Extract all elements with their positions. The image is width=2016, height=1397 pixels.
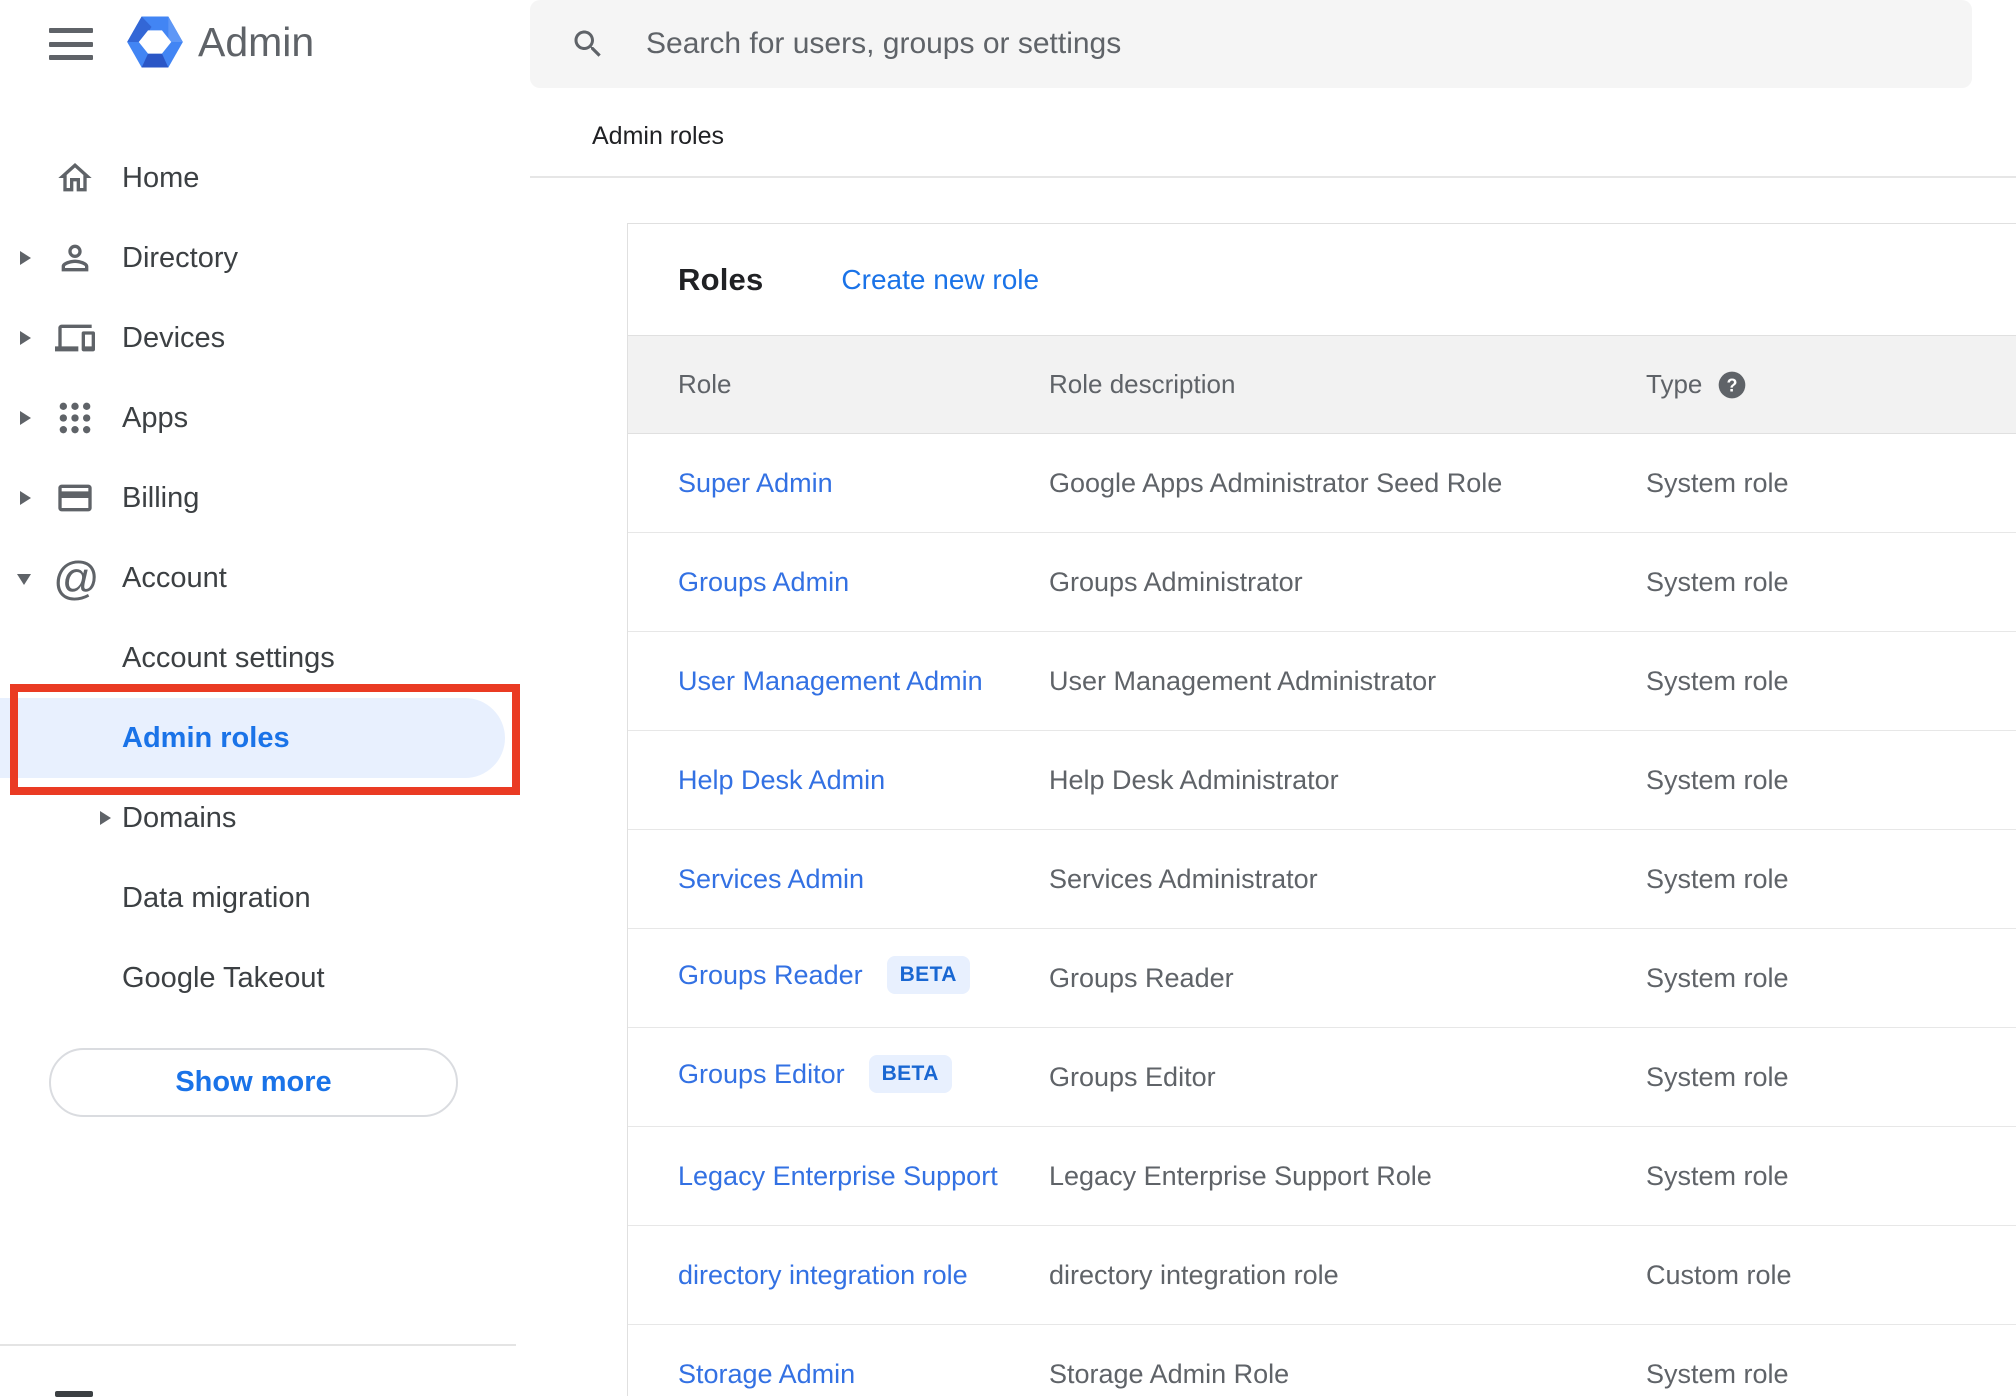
table-header-row: Role Role description Type ? xyxy=(628,335,2016,434)
breadcrumb-divider xyxy=(530,176,2016,178)
chevron-right-icon xyxy=(100,811,111,825)
table-body: Super Admin Google Apps Administrator Se… xyxy=(628,434,2016,1396)
role-type: System role xyxy=(1646,1061,1789,1092)
role-description: Google Apps Administrator Seed Role xyxy=(1049,467,1503,498)
role-type: System role xyxy=(1646,566,1789,597)
beta-badge: BETA xyxy=(868,1055,952,1093)
brand-title: Admin xyxy=(198,19,315,65)
sidebar-bottom-divider xyxy=(0,1344,516,1346)
role-description: Storage Admin Role xyxy=(1049,1358,1290,1389)
role-type: System role xyxy=(1646,1160,1789,1191)
sidebar: Admin Home Directory Devices Apps Billin… xyxy=(0,0,530,1397)
column-header-role: Role xyxy=(678,369,732,399)
table-row: Services Admin Services Administrator Sy… xyxy=(628,830,2016,929)
role-link[interactable]: Groups Editor xyxy=(678,1059,845,1089)
search-placeholder: Search for users, groups or settings xyxy=(646,27,1122,60)
table-row: Groups Admin Groups Administrator System… xyxy=(628,533,2016,632)
show-more-button[interactable]: Show more xyxy=(49,1048,458,1117)
sidebar-nav: Home Directory Devices Apps Billing @ Ac… xyxy=(0,138,530,1018)
sidebar-item-directory[interactable]: Directory xyxy=(0,218,530,298)
role-link[interactable]: Groups Admin xyxy=(678,567,849,597)
cutoff-icon-fragment xyxy=(55,1391,93,1397)
table-row: Super Admin Google Apps Administrator Se… xyxy=(628,434,2016,533)
table-row: Help Desk Admin Help Desk Administrator … xyxy=(628,731,2016,830)
role-link[interactable]: Help Desk Admin xyxy=(678,765,885,795)
role-type: System role xyxy=(1646,467,1789,498)
role-link[interactable]: directory integration role xyxy=(678,1260,968,1290)
role-type: System role xyxy=(1646,962,1789,993)
column-header-description: Role description xyxy=(1049,369,1236,399)
sidebar-item-account-settings[interactable]: Account settings xyxy=(0,618,530,698)
sidebar-item-apps[interactable]: Apps xyxy=(0,378,530,458)
table-row: Legacy Enterprise Support Legacy Enterpr… xyxy=(628,1127,2016,1226)
chevron-right-icon xyxy=(20,251,31,265)
chevron-right-icon xyxy=(20,331,31,345)
home-icon xyxy=(55,158,95,198)
chevron-down-icon xyxy=(17,574,31,585)
sidebar-item-billing[interactable]: Billing xyxy=(0,458,530,538)
role-link[interactable]: Groups Reader xyxy=(678,960,863,990)
person-icon xyxy=(55,238,95,278)
help-icon[interactable]: ? xyxy=(1716,369,1748,401)
chevron-right-icon xyxy=(20,491,31,505)
role-type: System role xyxy=(1646,764,1789,795)
search-icon xyxy=(574,30,601,57)
devices-icon xyxy=(55,318,95,358)
role-description: Legacy Enterprise Support Role xyxy=(1049,1160,1432,1191)
role-link[interactable]: User Management Admin xyxy=(678,666,983,696)
role-type: System role xyxy=(1646,665,1789,696)
create-new-role-link[interactable]: Create new role xyxy=(841,264,1039,296)
table-row: User Management Admin User Management Ad… xyxy=(628,632,2016,731)
table-row: Storage Admin Storage Admin Role System … xyxy=(628,1325,2016,1396)
roles-title: Roles xyxy=(678,261,764,297)
role-description: Groups Reader xyxy=(1049,962,1234,993)
role-link[interactable]: Storage Admin xyxy=(678,1359,855,1389)
chevron-right-icon xyxy=(20,411,31,425)
role-description: Help Desk Administrator xyxy=(1049,764,1339,795)
breadcrumb: Admin roles xyxy=(592,122,724,150)
role-description: Groups Editor xyxy=(1049,1061,1216,1092)
role-type: System role xyxy=(1646,863,1789,894)
sidebar-item-home[interactable]: Home xyxy=(0,138,530,218)
table-row: Groups Editor BETA Groups Editor System r… xyxy=(628,1028,2016,1127)
role-link[interactable]: Super Admin xyxy=(678,468,833,498)
at-sign-icon: @ xyxy=(53,552,100,604)
role-link[interactable]: Legacy Enterprise Support xyxy=(678,1161,998,1191)
sidebar-item-account[interactable]: @ Account xyxy=(0,538,530,618)
svg-text:?: ? xyxy=(1727,375,1738,395)
sidebar-item-google-takeout[interactable]: Google Takeout xyxy=(0,938,530,1018)
table-row: Groups Reader BETA Groups Reader System r… xyxy=(628,929,2016,1028)
role-type: Custom role xyxy=(1646,1259,1792,1290)
sidebar-item-admin-roles[interactable]: Admin roles xyxy=(0,698,530,778)
hamburger-menu-icon[interactable] xyxy=(49,28,93,60)
apps-grid-icon xyxy=(55,398,95,438)
search-bar[interactable]: Search for users, groups or settings xyxy=(530,0,1972,88)
sidebar-item-domains[interactable]: Domains xyxy=(0,778,530,858)
role-link[interactable]: Services Admin xyxy=(678,864,864,894)
table-row: directory integration role directory int… xyxy=(628,1226,2016,1325)
beta-badge: BETA xyxy=(886,956,970,994)
column-header-type: Type xyxy=(1646,369,1703,399)
role-description: Services Administrator xyxy=(1049,863,1318,894)
role-description: Groups Administrator xyxy=(1049,566,1303,597)
admin-logo-icon xyxy=(127,16,183,68)
role-description: directory integration role xyxy=(1049,1259,1339,1290)
role-type: System role xyxy=(1646,1358,1789,1389)
role-description: User Management Administrator xyxy=(1049,665,1437,696)
credit-card-icon xyxy=(55,478,95,518)
roles-card: Roles Create new role Role Role descript… xyxy=(627,223,2016,1396)
sidebar-item-devices[interactable]: Devices xyxy=(0,298,530,378)
sidebar-item-data-migration[interactable]: Data migration xyxy=(0,858,530,938)
